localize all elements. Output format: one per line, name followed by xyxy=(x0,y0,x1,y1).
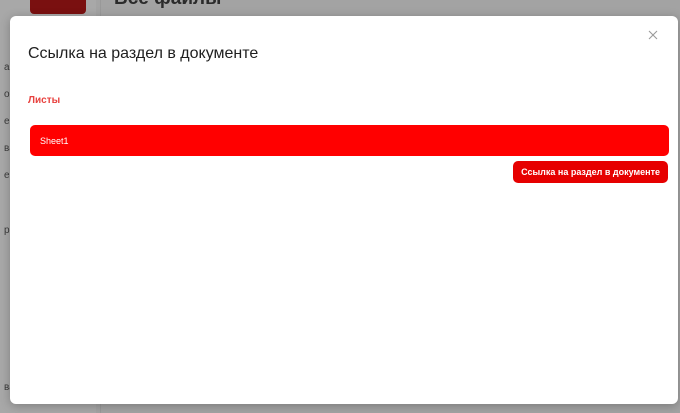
background-sidebar-item: е xyxy=(4,170,10,181)
close-icon xyxy=(648,30,658,40)
background-primary-button xyxy=(30,0,86,14)
background-sidebar-item: р xyxy=(4,225,10,236)
link-to-section-dialog: Ссылка на раздел в документе Листы Sheet… xyxy=(10,16,678,404)
sheet-item-label: Sheet1 xyxy=(40,135,69,146)
background-sidebar-item: е xyxy=(4,116,10,127)
link-to-section-button[interactable]: Ссылка на раздел в документе xyxy=(513,161,668,183)
close-button[interactable] xyxy=(644,26,662,44)
sheet-item-sheet1[interactable]: Sheet1 xyxy=(30,125,669,156)
dialog-title: Ссылка на раздел в документе xyxy=(28,45,259,62)
background-header-title: Все файлы xyxy=(114,0,221,10)
sheets-section-label: Листы xyxy=(28,95,61,106)
